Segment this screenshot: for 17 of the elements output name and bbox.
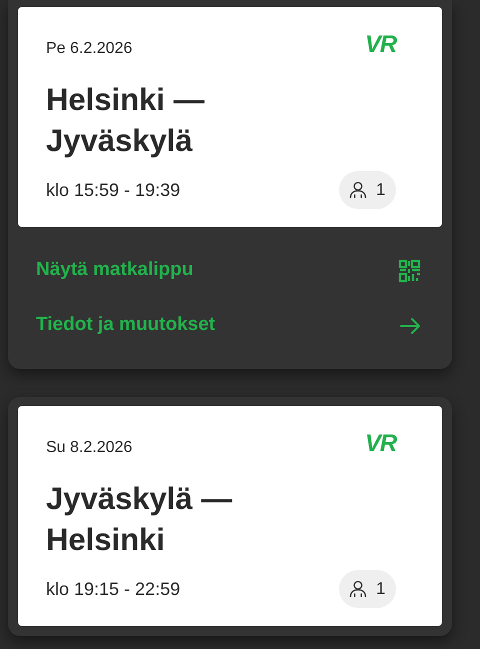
time-text: klo 19:15 - 22:59 xyxy=(46,578,180,600)
action-link[interactable]: Tiedot ja muutokset xyxy=(18,298,442,353)
time-text: klo 15:59 - 19:39 xyxy=(46,178,180,202)
route-title: Jyväskylä — Helsinki xyxy=(46,480,234,559)
route-title: Helsinki — Jyväskylä xyxy=(46,81,206,160)
date-text: Pe 6.2.2026 xyxy=(46,39,132,59)
journey-card[interactable]: Su 8.2.2026 VR Jyväskylä — Helsinki klo 19:15 - 22:59 1 xyxy=(18,406,442,626)
passenger-count-badge: 1 xyxy=(339,171,396,209)
person-icon xyxy=(348,579,368,599)
passenger-count-badge: 1 xyxy=(339,570,396,608)
person-icon xyxy=(348,180,368,200)
qr-code-icon xyxy=(398,258,422,282)
vr-logo: VR xyxy=(365,432,396,456)
vr-logo: VR xyxy=(365,33,396,57)
date-text: Su 8.2.2026 xyxy=(46,438,132,458)
action-link[interactable]: Näytä matkalippu xyxy=(18,243,442,298)
journey-card[interactable]: Pe 6.2.2026 VR Helsinki — Jyväskylä klo 15:59 - 19:39 1 xyxy=(18,7,442,227)
